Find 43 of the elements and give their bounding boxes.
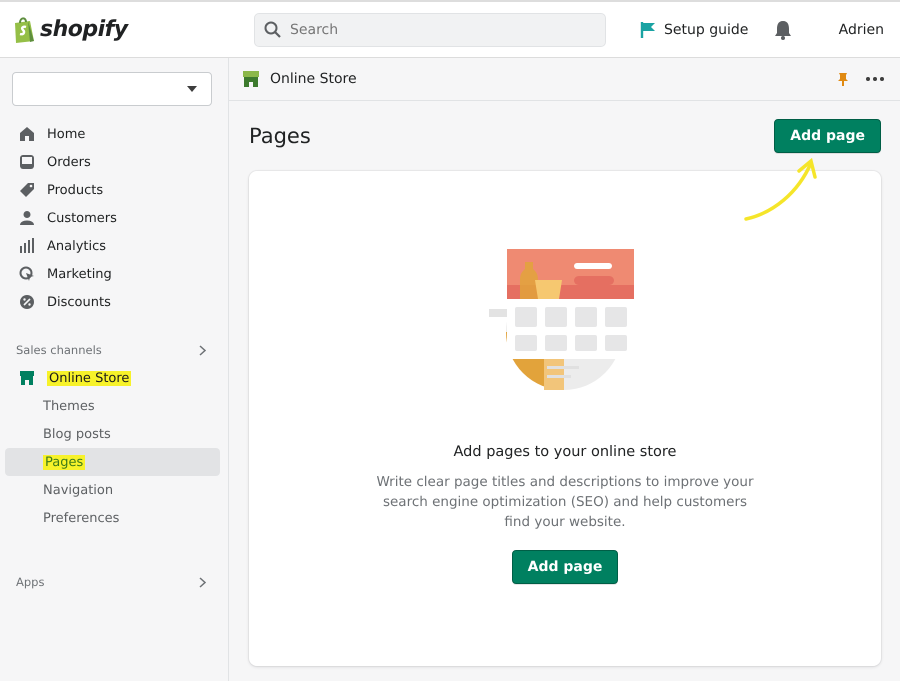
nav-item[interactable]: Analytics <box>5 232 220 260</box>
flag-icon <box>640 20 656 38</box>
pin-icon[interactable] <box>838 72 848 86</box>
search-icon <box>264 20 282 38</box>
nav-item[interactable]: Orders <box>5 148 220 176</box>
nav-item[interactable]: Home <box>5 120 220 148</box>
bell-icon[interactable] <box>774 20 792 40</box>
nav-subitem[interactable]: Preferences <box>5 504 220 532</box>
nav-subitem[interactable]: Navigation <box>5 476 220 504</box>
chevron-right-icon[interactable] <box>199 344 206 356</box>
nav-item[interactable]: Customers <box>5 204 220 232</box>
nav-item[interactable]: Online Store <box>5 364 220 392</box>
home-icon <box>19 126 35 142</box>
setup-guide-button[interactable]: Setup guide <box>640 20 748 38</box>
target-cursor-icon <box>19 266 35 282</box>
more-icon[interactable] <box>866 77 884 81</box>
section-heading: Sales channels <box>16 343 102 357</box>
empty-state-text: Write clear page titles and descriptions to improve your search engine optimization (SEO) and help customers find your website. <box>375 473 755 532</box>
section-heading: Apps <box>16 575 44 589</box>
empty-state-heading: Add pages to your online store <box>454 444 676 460</box>
logo-text[interactable]: shopify <box>40 17 128 42</box>
nav-subitem[interactable]: Themes <box>5 392 220 420</box>
shopping-bag-icon <box>12 16 36 44</box>
user-name[interactable]: Adrien <box>838 22 884 38</box>
search-field[interactable]: Search <box>254 12 606 46</box>
chevron-right-icon[interactable] <box>199 576 206 588</box>
storefront-icon <box>19 370 35 386</box>
percent-badge-icon <box>19 294 35 310</box>
add-page-button[interactable]: Add page <box>512 550 618 584</box>
nav-subitem[interactable]: Blog posts <box>5 420 220 448</box>
inbox-icon <box>19 154 35 170</box>
breadcrumb-title: Online Store <box>270 71 357 87</box>
person-icon <box>19 210 35 226</box>
caret-icon <box>187 86 197 92</box>
nav-item[interactable]: Products <box>5 176 220 204</box>
tag-icon <box>19 182 35 198</box>
bar-chart-icon <box>19 238 35 254</box>
nav-item[interactable]: Marketing <box>5 260 220 288</box>
page-title: Pages <box>249 124 311 148</box>
storefront-icon <box>242 70 260 88</box>
nav-item[interactable]: Discounts <box>5 288 220 316</box>
add-page-button[interactable]: Add page <box>774 119 881 153</box>
nav-subitem[interactable]: Pages <box>5 448 220 476</box>
